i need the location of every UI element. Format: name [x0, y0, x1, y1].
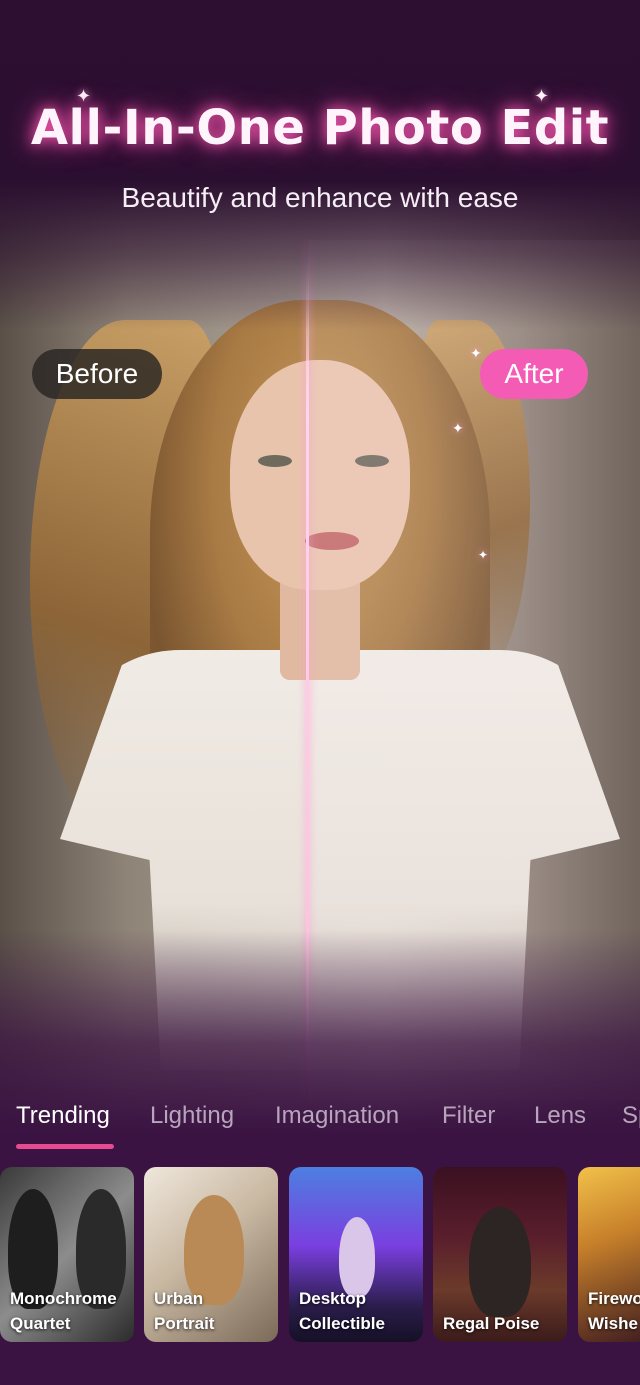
card-label: Firewo Wishe [588, 1289, 640, 1333]
template-card-monochrome-quartet[interactable]: Monochrome Quartet [0, 1167, 134, 1342]
active-tab-indicator [16, 1144, 114, 1149]
category-tabs: Trending Lighting Imagination Filter Len… [0, 1098, 640, 1148]
card-figure [339, 1217, 375, 1297]
top-gradient [0, 0, 640, 330]
card-label: Regal Poise [443, 1314, 540, 1333]
page-subtitle: Beautify and enhance with ease [121, 182, 519, 213]
tab-filter[interactable]: Filter [442, 1102, 495, 1130]
card-figure [469, 1207, 531, 1317]
tab-lighting[interactable]: Lighting [150, 1102, 234, 1130]
sparkle-icon: ✦ [478, 548, 489, 562]
card-label: Monochrome Quartet [10, 1289, 117, 1333]
card-label: Urban Portrait [154, 1289, 215, 1333]
sparkle-icon: ✦ [470, 345, 482, 361]
before-label: Before [32, 349, 162, 399]
template-card-regal-poise[interactable]: Regal Poise [433, 1167, 567, 1342]
after-label: After [480, 349, 588, 399]
template-carousel: Monochrome Quartet Urban Portrait Deskto… [0, 1167, 640, 1342]
tab-lens[interactable]: Lens [534, 1102, 586, 1130]
template-card-desktop-collectible[interactable]: Desktop Collectible [289, 1167, 423, 1342]
tab-trending[interactable]: Trending [16, 1102, 110, 1130]
page-title: All-In-One Photo Edit [30, 100, 610, 156]
sparkle-icon: ✦ [452, 420, 464, 436]
tab-more[interactable]: Sp [622, 1102, 640, 1130]
tab-imagination[interactable]: Imagination [275, 1102, 399, 1130]
template-card-urban-portrait[interactable]: Urban Portrait [144, 1167, 278, 1342]
template-card-firework-wishes[interactable]: Firewo Wishe [578, 1167, 640, 1342]
card-label: Desktop Collectible [299, 1289, 385, 1333]
eye-left [258, 455, 292, 467]
